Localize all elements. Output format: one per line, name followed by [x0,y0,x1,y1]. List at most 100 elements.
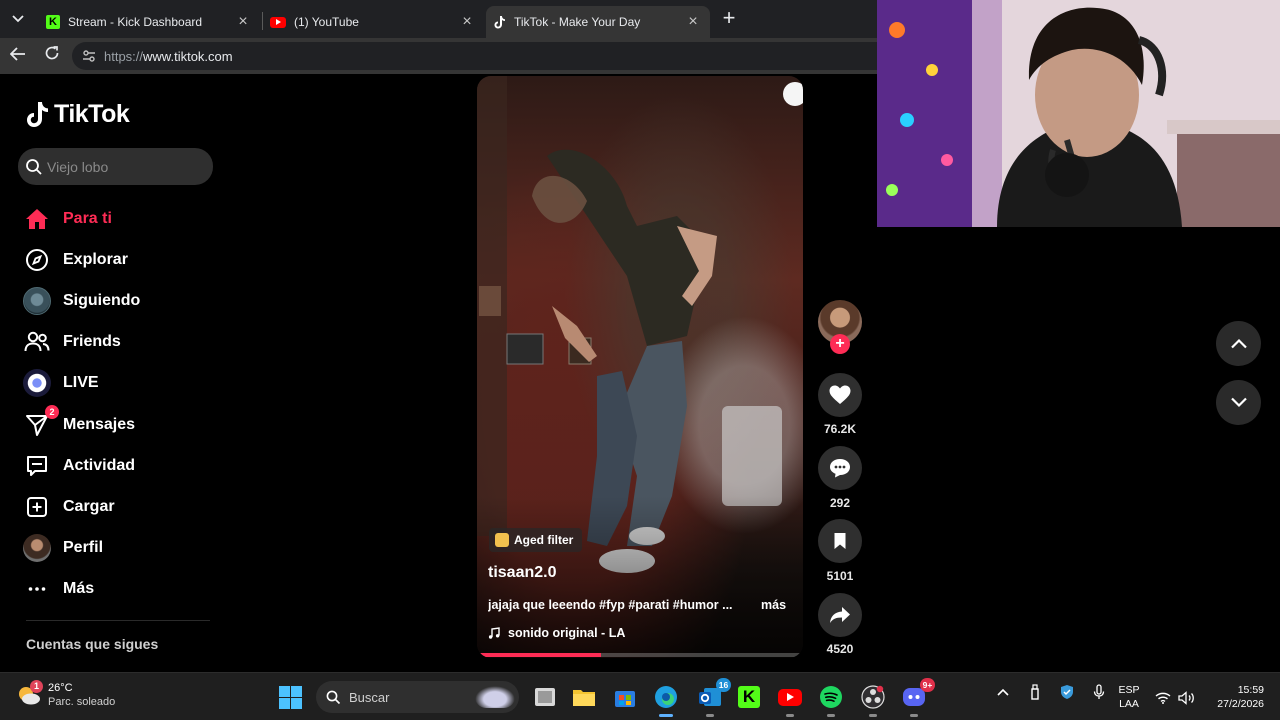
sidebar-item-perfil[interactable]: Perfil [18,528,218,569]
sidebar-item-cargar[interactable]: Cargar [18,486,218,527]
spotify-button[interactable] [817,683,845,717]
obs-button[interactable] [859,683,887,717]
weather-badge: 1 [30,680,43,693]
language-code: ESP [1118,684,1140,696]
sidebar-item-actividad[interactable]: Actividad [18,445,218,486]
reload-button[interactable] [40,44,64,68]
webcam-overlay [877,0,1280,227]
tab-title: (1) YouTube [294,15,359,29]
effect-tag[interactable]: Aged filter [489,528,583,552]
music-label: sonido original - LA [508,626,626,640]
chevron-down-icon [1230,397,1247,408]
follow-button[interactable]: + [830,334,850,354]
folder-icon [573,690,595,706]
weather-temperature: 26°C [48,682,73,694]
search-highlight-icon [475,686,515,708]
taskbar-search[interactable]: Buscar [316,681,519,713]
search-box[interactable] [18,148,213,185]
system-clock[interactable]: 15:59 27/2/2026 [1206,683,1264,711]
video-progress-fill [477,653,601,657]
volume-icon[interactable] [1178,689,1196,707]
security-shield-icon[interactable] [1058,683,1076,701]
usb-device-icon[interactable] [1026,683,1044,701]
next-video-button[interactable] [1216,380,1261,425]
sidebar-item-mas[interactable]: Más [18,569,218,610]
task-view-button[interactable] [531,683,559,711]
following-avatar-icon [22,286,52,316]
address-bar[interactable]: https://www.tiktok.com [72,42,892,70]
clock-time: 15:59 [1237,684,1264,696]
weather-widget[interactable]: 1 26°C Parc. soleado [16,680,115,709]
tab-tiktok[interactable]: TikTok - Make Your Day × [486,6,710,38]
profile-avatar-icon [22,533,52,563]
close-tab-icon[interactable]: × [458,13,476,31]
edge-button[interactable] [652,683,680,717]
site-info-icon[interactable] [82,49,96,63]
video-progress-bar[interactable] [477,653,803,657]
kick-logo-icon: K [46,15,60,29]
close-tab-icon[interactable]: × [684,13,702,31]
sidebar-item-label: Actividad [63,456,136,474]
keyboard-layout: LAA [1119,698,1139,710]
home-icon [22,204,52,234]
youtube-logo-icon [270,16,286,28]
search-icon [326,690,341,704]
sidebar-item-live[interactable]: LIVE [18,363,218,404]
live-icon [22,368,52,398]
sidebar-item-label: Cargar [63,497,115,515]
tiktok-logo[interactable]: TikTok [26,100,130,129]
file-explorer-button[interactable] [570,683,598,711]
close-tab-icon[interactable]: × [234,13,252,31]
share-button[interactable] [818,593,862,637]
sidebar-item-friends[interactable]: Friends [18,322,218,363]
logo-wordmark: TikTok [54,100,130,128]
video-author[interactable]: tisaan2.0 [488,564,556,582]
tab-kick-dashboard[interactable]: K Stream - Kick Dashboard × [38,6,260,38]
video-player[interactable]: Aged filter tisaan2.0 jajaja que leeendo… [477,76,803,658]
chevron-up-icon[interactable] [994,683,1012,701]
arrow-left-icon [9,47,25,61]
outlook-button[interactable]: 16 [696,678,731,717]
partly-sunny-icon: 1 [16,680,43,708]
discord-button[interactable]: 9+ [900,678,935,717]
edge-icon [655,686,677,708]
sidebar-item-label: Siguiendo [63,291,141,309]
video-music[interactable]: sonido original - LA [488,626,625,640]
like-button[interactable] [818,373,862,417]
youtube-app-button[interactable] [776,683,804,717]
music-note-icon [488,627,500,639]
start-button[interactable] [279,686,302,709]
more-icon [22,574,52,604]
store-button[interactable] [611,683,639,711]
sidebar-item-siguiendo[interactable]: Siguiendo [18,280,218,321]
caption-more-link[interactable]: más [761,598,786,612]
tab-youtube[interactable]: (1) YouTube × [262,6,484,38]
save-count: 5101 [826,569,854,583]
effect-icon [495,533,509,547]
wifi-icon[interactable] [1154,689,1172,707]
save-button[interactable] [818,519,862,563]
kick-logo-icon: K [738,686,760,708]
running-indicator [659,714,673,717]
kick-app-button[interactable]: K [735,683,763,711]
store-icon [615,691,635,707]
new-tab-button[interactable]: + [716,6,742,32]
url-scheme: https:// [104,48,144,64]
running-indicator [910,714,918,717]
comment-button[interactable] [818,446,862,490]
previous-video-button[interactable] [1216,321,1261,366]
sidebar-item-mensajes[interactable]: 2 Mensajes [18,404,218,445]
browser-toolbar: https://www.tiktok.com [0,38,892,74]
sidebar-item-explorar[interactable]: Explorar [18,239,218,280]
language-indicator[interactable]: ESP LAA [1117,683,1141,711]
chevron-up-icon [1230,338,1247,349]
sidebar-nav: Para ti Explorar Siguiendo Friends LIVE [18,198,218,610]
tab-search-button[interactable] [8,9,28,29]
share-count: 4520 [826,642,854,656]
microphone-icon[interactable] [1090,683,1108,701]
sidebar-item-para-ti[interactable]: Para ti [18,198,218,239]
tiktok-logo-icon [494,15,505,28]
back-button[interactable] [6,44,30,68]
search-input[interactable] [47,158,207,175]
outlook-badge: 16 [716,678,731,692]
